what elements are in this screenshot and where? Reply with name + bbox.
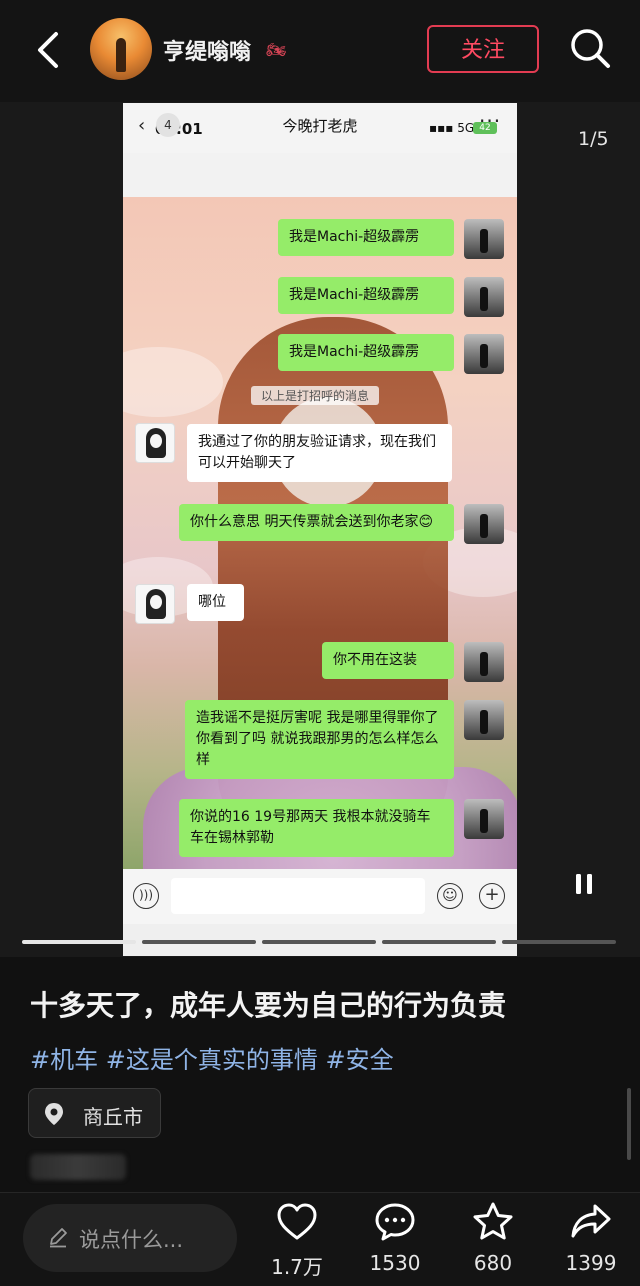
chat-bubble: 我是Machi-超级霹雳 [278, 219, 454, 256]
comment-input[interactable]: 说点什么... [23, 1204, 237, 1272]
blurred-content [30, 1154, 126, 1180]
chat-bubble: 你什么意思 明天传票就会送到你老家😊 [179, 504, 454, 541]
chat-title: 今晚打老虎 [282, 117, 358, 135]
motorcycle-icon: 🏍 [266, 40, 287, 59]
chat-screenshot-image: 09:01 ▪▪▪ 5G 42 ‹ 4 今晚打老虎 ··· 我是Machi-超级… [123, 103, 517, 956]
progress-segment [502, 940, 616, 944]
avatar [135, 584, 175, 624]
location-pin-icon [45, 1103, 63, 1125]
chat-bubble: 我通过了你的朋友验证请求，现在我们可以开始聊天了 [187, 424, 452, 482]
page-indicator: 1/5 [578, 128, 609, 150]
chat-bubble: 你不用在这装 [322, 642, 454, 679]
follow-button[interactable]: 关注 [427, 25, 539, 73]
chat-bubble: 造我谣不是挺厉害呢 我是哪里得罪你了 你看到了吗 就说我跟那男的怎么样怎么样 [185, 700, 454, 779]
stars-count: 680 [473, 1251, 513, 1275]
progress-segment [142, 940, 256, 944]
avatar [464, 700, 504, 740]
scrollbar[interactable] [627, 1088, 631, 1160]
avatar [464, 277, 504, 317]
avatar [464, 334, 504, 374]
chat-title-bar [123, 153, 517, 197]
username[interactable]: 亨缇嗡嗡 [163, 34, 251, 66]
pause-icon[interactable] [572, 872, 596, 896]
chat-bubble: 我是Machi-超级霹雳 [278, 334, 454, 371]
avatar [464, 504, 504, 544]
avatar[interactable] [90, 18, 152, 80]
heart-icon[interactable] [275, 1200, 319, 1244]
avatar [464, 799, 504, 839]
system-message: 以上是打招呼的消息 [251, 386, 380, 405]
share-icon[interactable] [569, 1200, 613, 1244]
avatar [464, 219, 504, 259]
star-icon[interactable] [471, 1200, 515, 1244]
location-label: 商丘市 [83, 1105, 143, 1129]
chat-bubble: 我是Machi-超级霹雳 [278, 277, 454, 314]
comment-placeholder: 说点什么... [79, 1228, 184, 1252]
search-icon[interactable] [568, 26, 612, 70]
shares-count: 1399 [565, 1251, 617, 1275]
post-title: 十多天了，成年人要为自己的行为负责 [30, 989, 507, 1022]
comment-icon[interactable] [373, 1200, 417, 1244]
progress-segment [262, 940, 376, 944]
emoji-icon: ☺ [437, 883, 463, 909]
chat-input-field [171, 878, 425, 914]
location-chip[interactable]: 商丘市 [28, 1088, 161, 1138]
pencil-icon [50, 1228, 67, 1248]
progress-segment [22, 940, 136, 944]
chat-bubble: 你说的16 19号那两天 我根本就没骑车 车在锡林郭勒 [179, 799, 454, 857]
likes-count: 1.7万 [271, 1255, 323, 1279]
chat-bubble: 哪位 [187, 584, 244, 621]
comments-count: 1530 [369, 1251, 421, 1275]
avatar [464, 642, 504, 682]
avatar [135, 423, 175, 463]
post-hashtags[interactable]: #机车 #这是个真实的事情 #安全 [30, 1040, 394, 1075]
plus-icon: + [479, 883, 505, 909]
more-icon: ··· [479, 109, 502, 133]
progress-segment [382, 940, 496, 944]
voice-icon: ))) [133, 883, 159, 909]
back-arrow-icon[interactable] [30, 30, 66, 70]
